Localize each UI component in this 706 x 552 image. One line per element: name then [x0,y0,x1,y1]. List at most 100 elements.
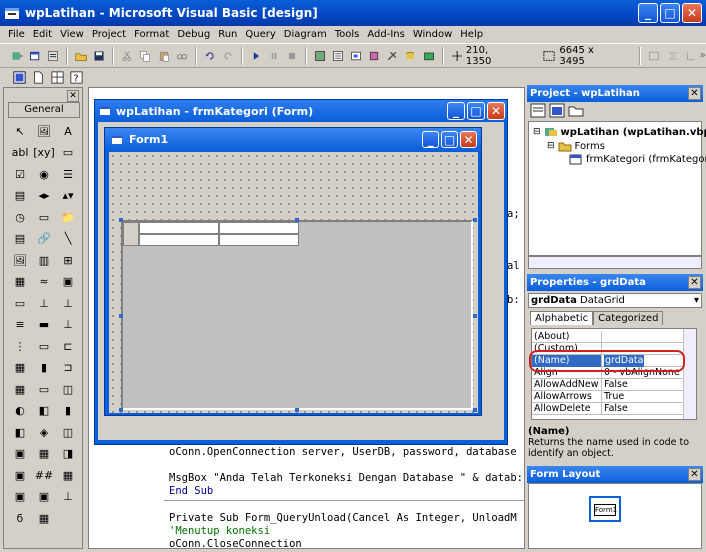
toolbox-tool[interactable]: ▣ [58,273,78,291]
toolbox-tool[interactable]: ▭ [10,294,30,312]
toolbar-overflow[interactable]: » [700,50,706,61]
resize-handle[interactable] [473,218,477,222]
toolbox-tool[interactable]: ▤ [10,187,30,205]
toolbox-tool[interactable]: ## [34,466,54,484]
start-icon[interactable] [249,48,263,64]
resize-handle[interactable] [295,218,299,222]
designer-minimize-button[interactable]: _ [447,102,465,120]
grid-column-header[interactable] [219,222,299,234]
toolbox-tool[interactable]: ≡ [10,316,30,334]
designer-close-button[interactable]: ✕ [487,102,505,120]
undo-icon[interactable] [203,48,217,64]
menu-edit[interactable]: Edit [29,29,56,40]
grid-cell[interactable] [219,234,299,246]
toolbox-tool[interactable]: ╲ [58,230,78,248]
toolbox-tool[interactable]: ⊥ [58,488,78,506]
size-to-grid-icon[interactable] [684,48,698,64]
toolbox-tool[interactable]: ▦ [10,273,30,291]
properties-pane-titlebar[interactable]: Properties - grdData ✕ [527,274,703,291]
redo-icon[interactable] [221,48,235,64]
menu-format[interactable]: Format [130,29,173,40]
toolbox-tool[interactable]: ▮ [34,359,54,377]
property-row[interactable]: AllowArrows True [532,391,684,403]
toolbox-tool[interactable]: ▣ [10,445,30,463]
menu-help[interactable]: Help [456,29,487,40]
toolbox-tool[interactable]: ◫ [58,423,78,441]
help-icon[interactable]: ? [69,70,84,85]
form-layout-titlebar[interactable]: Form Layout ✕ [527,466,703,483]
form1-body[interactable] [109,152,478,413]
toolbox-tool[interactable]: ▥ [34,251,54,269]
tree-node-form[interactable]: frmKategori (frmKategori.frm [569,153,706,165]
property-value[interactable]: False [602,403,684,415]
toolbox-tool[interactable]: ϭ [10,509,30,527]
toolbox-tool[interactable]: 🖼 [10,251,30,269]
toggle-folders-icon[interactable] [568,103,584,118]
toolbox-tool[interactable]: ◂▸ [34,187,54,205]
designer-maximize-button[interactable]: □ [467,102,485,120]
toolbox-tool[interactable]: abl [10,144,30,162]
open-project-icon[interactable] [74,48,88,64]
toolbox-tool[interactable]: ◈ [34,423,54,441]
toolbox-tool[interactable]: ▦ [58,466,78,484]
toolbox-tool[interactable]: ⊞ [58,251,78,269]
close-button[interactable]: ✕ [682,3,702,23]
view-code-icon[interactable] [530,103,546,118]
grid-icon[interactable] [50,70,65,85]
project-pane-close[interactable]: ✕ [688,87,701,100]
toolbox-tool[interactable]: 🖼 [34,122,54,140]
data-view-icon[interactable] [403,48,417,64]
toolbox-tool[interactable]: ≈ [34,273,54,291]
add-project-icon[interactable] [10,48,24,64]
menu-window[interactable]: Window [409,29,456,40]
form1-close-button[interactable]: ✕ [460,131,477,148]
new-file-icon[interactable] [31,70,46,85]
toolbox-close-button[interactable]: ✕ [67,90,79,102]
menu-run[interactable]: Run [214,29,241,40]
resize-handle[interactable] [473,314,477,318]
properties-pane-close[interactable]: ✕ [688,276,701,289]
toolbox-tool[interactable]: 📁 [58,208,78,226]
find-icon[interactable] [175,48,189,64]
toolbox-tool[interactable]: ▦ [34,445,54,463]
resize-handle[interactable] [295,408,299,412]
resize-handle[interactable] [473,408,477,412]
toolbox-tool[interactable]: ▴▾ [58,187,78,205]
form-layout-icon[interactable] [349,48,363,64]
main-titlebar[interactable]: wpLatihan - Microsoft Visual Basic [desi… [0,0,706,26]
form1-maximize-button[interactable]: □ [441,131,458,148]
property-value[interactable]: False [602,379,684,391]
menu-editor-icon[interactable] [46,48,60,64]
project-explorer-icon[interactable] [313,48,327,64]
toolbox-tool[interactable]: ◨ [58,445,78,463]
property-row[interactable]: (About) [532,331,684,343]
save-project-icon[interactable] [92,48,106,64]
paste-icon[interactable] [157,48,171,64]
menu-project[interactable]: Project [88,29,130,40]
grid-cell[interactable] [139,234,219,246]
toolbox-tool[interactable]: ↖ [10,122,30,140]
toolbox-tool[interactable]: ⊐ [58,359,78,377]
toolbox-tool[interactable]: ⊏ [58,337,78,355]
toolbox-tool[interactable]: ◫ [58,380,78,398]
end-icon[interactable] [285,48,299,64]
properties-window-icon[interactable] [331,48,345,64]
menu-diagram[interactable]: Diagram [280,29,331,40]
toolbox-tool[interactable]: [xy] [33,144,55,162]
toolbox-tool[interactable]: ⊥ [34,294,54,312]
property-value[interactable] [602,331,684,343]
form-designer-titlebar[interactable]: wpLatihan - frmKategori (Form) [95,100,507,122]
menu-file[interactable]: File [4,29,29,40]
toolbox-tool[interactable]: A [58,122,78,140]
toolbox-tool[interactable]: ▣ [10,488,30,506]
toolbox-tool[interactable]: ▭ [58,144,78,162]
form1-window[interactable]: Form1 _ □ ✕ [104,127,482,416]
object-selector[interactable]: grdData DataGrid ▾ [528,293,702,308]
chevron-down-icon[interactable]: ▾ [694,294,699,307]
tab-alphabetic[interactable]: Alphabetic [530,311,594,325]
tab-categorized[interactable]: Categorized [593,311,664,325]
form1-minimize-button[interactable]: _ [422,131,439,148]
form-layout-preview[interactable]: Form1 [589,496,621,522]
toolbox-tool[interactable]: ◷ [10,208,30,226]
center-icon[interactable] [666,48,680,64]
